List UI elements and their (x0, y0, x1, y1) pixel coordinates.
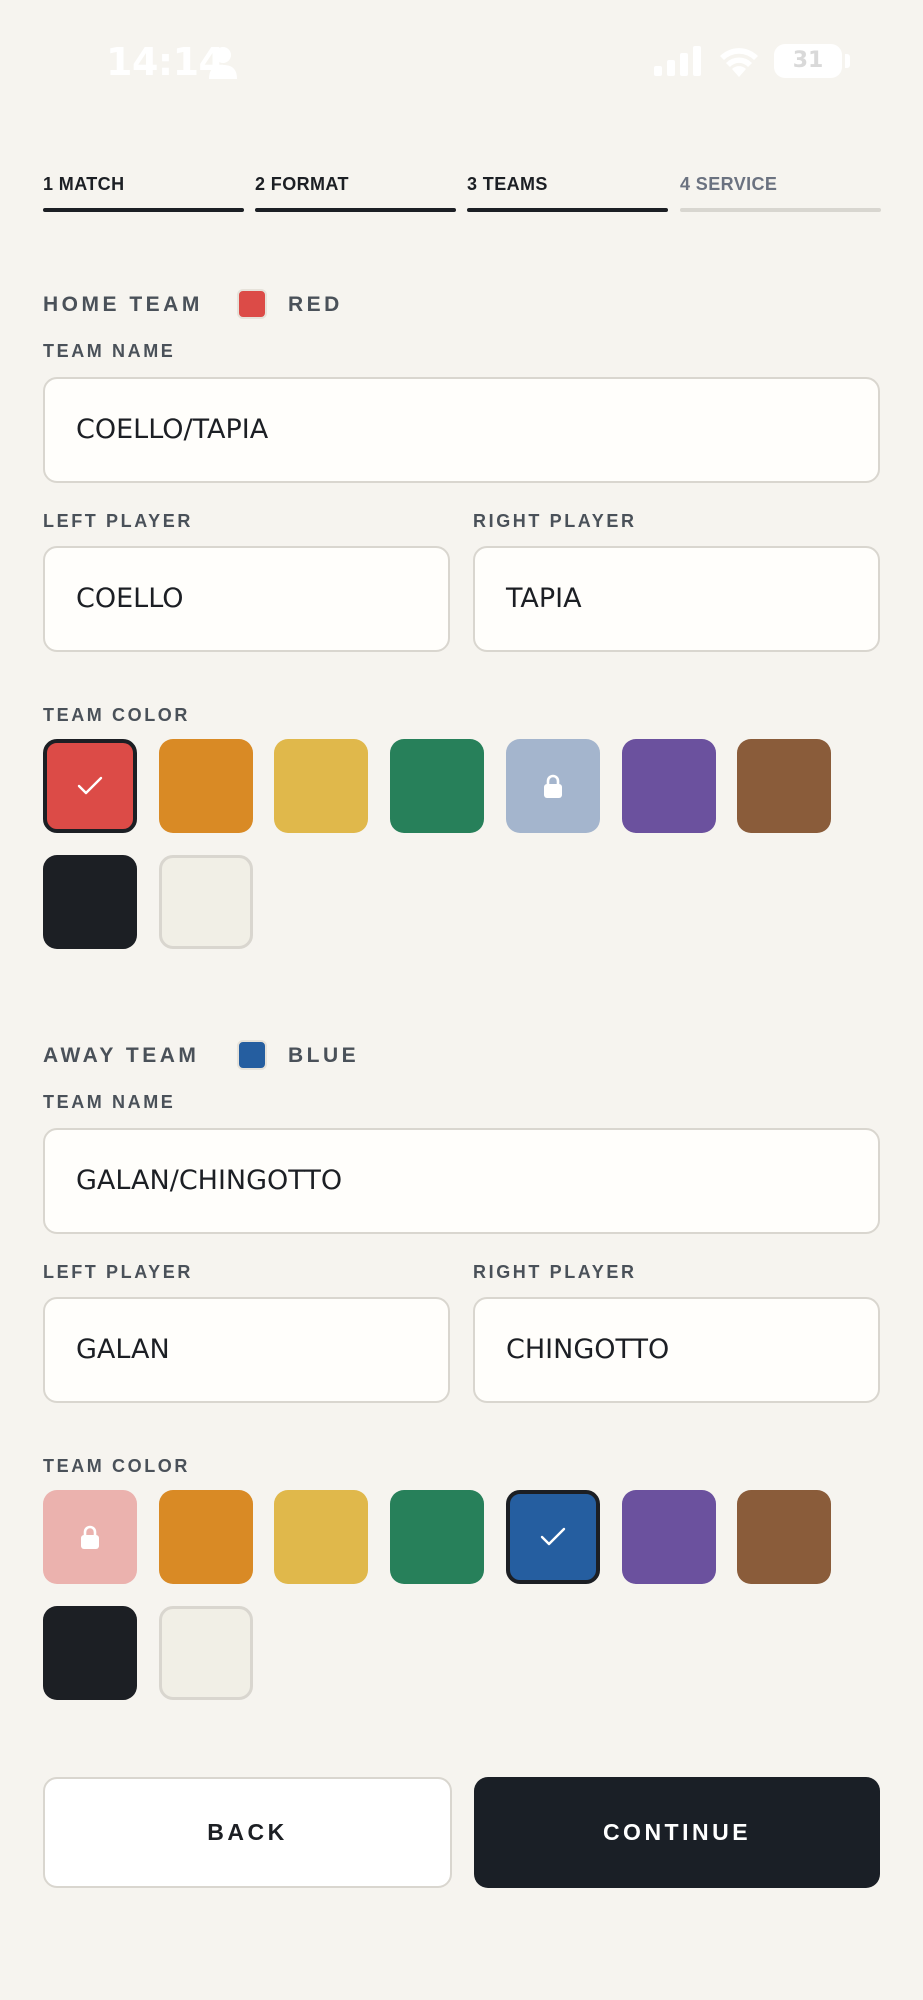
battery-icon: 31 (774, 44, 842, 78)
home-right-player-label: RIGHT PLAYER (473, 511, 637, 531)
home-left-player-label: LEFT PLAYER (43, 511, 193, 531)
home-color-indicator (237, 289, 267, 319)
color-swatch-brown[interactable] (737, 1490, 832, 1584)
home-team-color-label: TEAM COLOR (43, 705, 190, 725)
away-right-player-input[interactable]: CHINGOTTO (473, 1297, 880, 1403)
color-swatch-blue (505, 739, 600, 833)
step-service[interactable]: 4 SERVICE (680, 168, 881, 216)
color-swatch-black[interactable] (43, 855, 137, 949)
color-swatch-purple[interactable] (621, 739, 716, 833)
color-swatch-red (43, 1490, 137, 1584)
back-button[interactable]: BACK (43, 1777, 452, 1888)
away-team-name-input[interactable]: GALAN/CHINGOTTO (43, 1128, 880, 1234)
status-bar: 14:14 31 (0, 0, 923, 124)
progress-stepper: 1 MATCH 2 FORMAT 3 TEAMS 4 SERVICE (43, 168, 881, 216)
step-progress-bar (43, 208, 244, 212)
away-team-title: AWAY TEAM (43, 1044, 200, 1067)
color-swatch-green[interactable] (390, 739, 485, 833)
check-icon (77, 776, 103, 795)
color-swatch-orange[interactable] (158, 1490, 253, 1584)
color-swatch-white[interactable] (158, 1606, 253, 1700)
continue-button[interactable]: CONTINUE (474, 1777, 880, 1888)
home-team-name-input[interactable]: COELLO/TAPIA (43, 377, 880, 483)
away-right-player-label: RIGHT PLAYER (473, 1262, 637, 1282)
away-team-name-label: TEAM NAME (43, 1092, 176, 1112)
step-label: 3 TEAMS (467, 174, 548, 194)
step-format[interactable]: 2 FORMAT (255, 168, 456, 216)
color-swatch-yellow[interactable] (274, 739, 369, 833)
color-swatch-white[interactable] (158, 855, 253, 949)
color-swatch-red[interactable] (43, 739, 137, 833)
battery-nub (845, 54, 850, 68)
away-color-indicator (237, 1040, 267, 1070)
away-left-player-label: LEFT PLAYER (43, 1262, 193, 1282)
color-swatch-orange[interactable] (158, 739, 253, 833)
step-teams[interactable]: 3 TEAMS (467, 168, 668, 216)
step-label: 1 MATCH (43, 174, 125, 194)
status-time: 14:14 (106, 40, 225, 84)
color-swatch-blue[interactable] (505, 1490, 600, 1584)
step-label: 4 SERVICE (680, 174, 778, 194)
color-swatch-green[interactable] (390, 1490, 485, 1584)
home-left-player-input[interactable]: COELLO (43, 546, 450, 652)
away-left-player-input[interactable]: GALAN (43, 1297, 450, 1403)
color-swatch-black[interactable] (43, 1606, 137, 1700)
color-swatch-yellow[interactable] (274, 1490, 369, 1584)
away-team-color-label: TEAM COLOR (43, 1456, 190, 1476)
home-right-player-input[interactable]: TAPIA (473, 546, 880, 652)
away-color-name: BLUE (288, 1044, 360, 1067)
step-match[interactable]: 1 MATCH (43, 168, 244, 216)
cellular-signal-icon (654, 46, 701, 76)
lock-icon (81, 1525, 99, 1549)
lock-icon (543, 774, 562, 798)
step-progress-bar (680, 208, 881, 212)
step-label: 2 FORMAT (255, 174, 349, 194)
wifi-icon (720, 48, 758, 77)
step-progress-bar (255, 208, 456, 212)
color-swatch-purple[interactable] (621, 1490, 716, 1584)
color-swatch-brown[interactable] (737, 739, 832, 833)
home-team-name-label: TEAM NAME (43, 341, 176, 361)
home-color-name: RED (288, 293, 343, 316)
person-icon (209, 47, 237, 79)
step-progress-bar (467, 208, 668, 212)
check-icon (540, 1527, 565, 1546)
home-team-title: HOME TEAM (43, 293, 203, 316)
